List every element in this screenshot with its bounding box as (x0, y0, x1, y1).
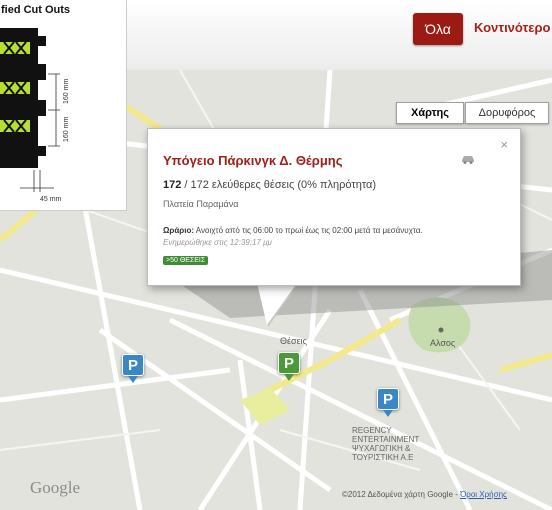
map-copyright: ©2012 Δεδομένα χάρτη Google - Όροι Χρήση… (342, 490, 507, 499)
dimension-label: 160 mm (63, 116, 70, 142)
opening-hours: Ωράριο: Ανοιχτό από τις 06:00 το πρωί έω… (163, 226, 423, 235)
filter-all-button[interactable]: Όλα (413, 13, 463, 45)
cut-outs-inset: fied Cut Outs 160 mm 160 mm 45 mm (0, 0, 127, 211)
landmark-line: ΤΟΥΡΙΣΤΙΚΗ Α.Ε (352, 453, 414, 462)
last-updated: Ενημερώθηκε στις 12:39:17 μμ (163, 238, 272, 247)
free-spaces-count: 172 (163, 179, 182, 191)
dimension-label: 45 mm (40, 196, 62, 203)
availability-badge: >50 ΘΕΣΕΙΣ (163, 256, 209, 265)
parking-pin-tail (284, 374, 294, 381)
map-type-satellite-button[interactable]: Δορυφόρος (465, 102, 549, 124)
close-icon[interactable]: × (500, 137, 508, 152)
cut-outs-drawing (0, 28, 60, 192)
dimension-label: 160 mm (63, 78, 70, 104)
parking-pin[interactable]: P (122, 354, 144, 376)
landmark-label: REGENCY ENTERTAINMENT ΨΥΧΑΓΩΓΙΚΗ & ΤΟΥΡΙ… (352, 426, 419, 462)
info-bubble-tail (257, 283, 297, 325)
landmark-line: REGENCY (352, 426, 392, 435)
parking-info-window: × Υπόγειο Πάρκινγκ Δ. Θέρμης 172 / 172 ε… (147, 128, 521, 286)
street-label: Αλσος (430, 338, 456, 348)
hours-text: Ανοιχτό από τις 06:00 το πρωί έως τις 02… (194, 226, 423, 235)
parking-pin[interactable]: P (377, 388, 399, 410)
capacity-rest: / 172 ελεύθερες θέσεις (0% πληρότητα) (181, 179, 377, 191)
parking-pin-selected[interactable]: P (278, 352, 300, 374)
capacity-text: 172 / 172 ελεύθερες θέσεις (0% πληρότητα… (163, 179, 376, 191)
hours-label: Ωράριο: (163, 226, 195, 235)
parking-title: Υπόγειο Πάρκινγκ Δ. Θέρμης (163, 153, 343, 168)
copyright-text: ©2012 Δεδομένα χάρτη Google - (342, 490, 461, 499)
terms-link[interactable]: Όροι Χρήσης (460, 490, 507, 499)
parking-pin-tail (128, 376, 138, 383)
landmark-line: ENTERTAINMENT (352, 435, 420, 444)
street-label: Θέσεις (280, 336, 307, 346)
parking-area: Πλατεία Παραμάνα (163, 199, 239, 209)
landmark-line: ΨΥΧΑΓΩΓΙΚΗ & (352, 444, 411, 453)
parking-pin-tail (383, 410, 393, 417)
car-icon (460, 153, 476, 167)
map-type-map-button[interactable]: Χάρτης (396, 102, 464, 124)
google-logo: Google (30, 478, 81, 497)
filter-nearest-button[interactable]: Κοντινότερο (474, 20, 550, 35)
